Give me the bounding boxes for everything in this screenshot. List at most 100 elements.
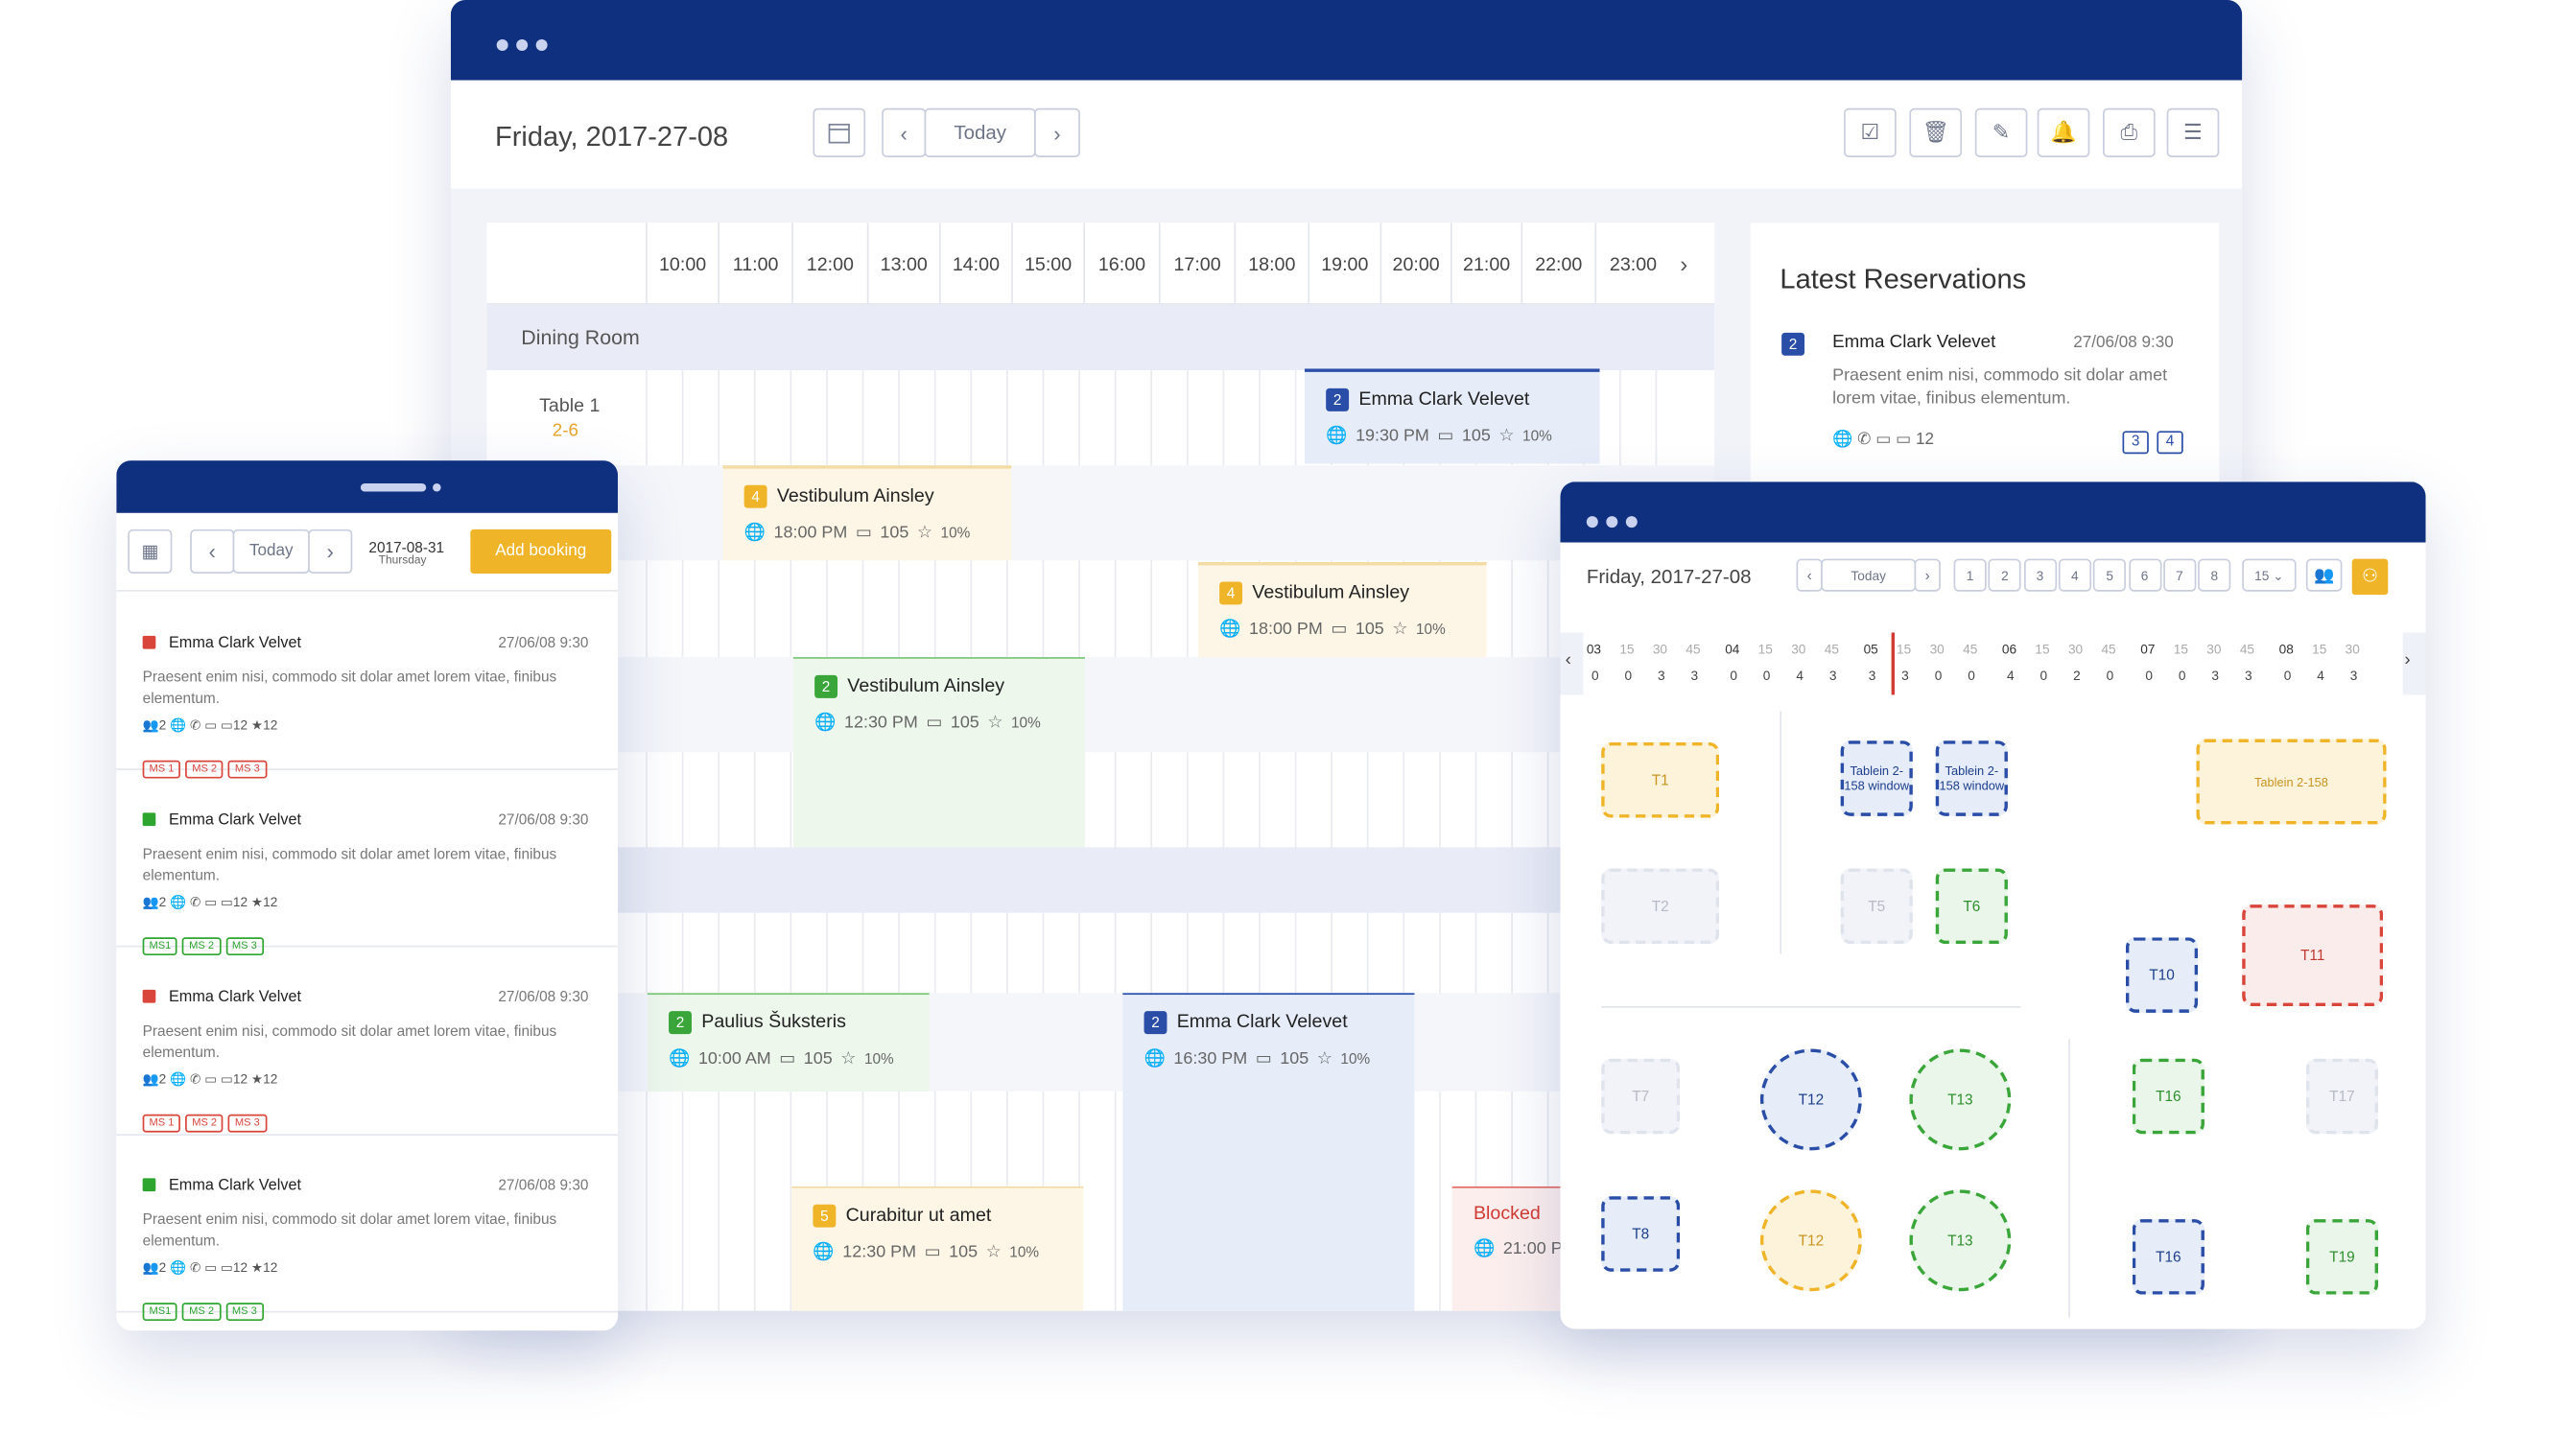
next-day-button[interactable]: ›: [1914, 558, 1941, 592]
print-button[interactable]: ⎙: [2103, 107, 2156, 158]
floor-table[interactable]: T17: [2305, 1058, 2379, 1135]
main-toolbar: Friday, 2017-27-08 ‹ Today › ☑ 🗑 ✎ 🔔 ⎙ ☰: [450, 80, 2243, 189]
bell-button[interactable]: 🔔: [2037, 107, 2090, 158]
reservation-card[interactable]: 2 Emma Clark Velevet 🌐 16:30 PM ▭ 105 ☆ 10%: [1122, 993, 1415, 1311]
timeline-value: 4: [2317, 669, 2324, 684]
mobile-reservation-item[interactable]: Emma Clark Velvet 27/06/08 9:30 Praesent e…: [116, 1136, 619, 1322]
page-button[interactable]: 8: [2198, 558, 2231, 592]
prev-day-button[interactable]: ‹: [190, 528, 235, 574]
page-button[interactable]: 2: [1988, 558, 2022, 592]
reservation-card[interactable]: 5 Curabitur ut amet 🌐 12:30 PM ▭ 105 ☆ 10%: [791, 1186, 1084, 1311]
floor-table[interactable]: T7: [1601, 1058, 1681, 1135]
floor-table[interactable]: T5: [1840, 868, 1913, 945]
reservation-card[interactable]: 4 Vestibulum Ainsley 🌐 18:00 PM ▭ 105 ☆ 10%: [722, 465, 1012, 561]
guests-icon: 👥: [142, 894, 159, 910]
latest-count-badge: 2: [1781, 332, 1805, 356]
floor-table[interactable]: T13: [1909, 1048, 2012, 1151]
floor-table[interactable]: T16: [2132, 1058, 2205, 1135]
guests-button[interactable]: 👥: [2305, 558, 2343, 592]
floor-table[interactable]: T11: [2242, 904, 2384, 1007]
star-icon: ☆: [1498, 425, 1515, 445]
reservation-date: 27/06/08 9:30: [498, 988, 589, 1005]
floor-table[interactable]: T10: [2125, 937, 2199, 1013]
calendar-button[interactable]: ▦: [128, 528, 173, 574]
floor-table[interactable]: T8: [1601, 1196, 1681, 1272]
floor-table[interactable]: Tablein 2-158 window: [1840, 740, 1913, 816]
hour-header-cell: 16:00: [1083, 223, 1159, 305]
phone-icon: ✆: [189, 1259, 201, 1276]
page-button[interactable]: 5: [2093, 558, 2127, 592]
floor-table[interactable]: T13: [1909, 1189, 2012, 1292]
timeline-label: 15: [1757, 642, 1773, 658]
timeline-value: 0: [2039, 669, 2048, 684]
floor-table[interactable]: T19: [2305, 1219, 2379, 1295]
mobile-reservation-item[interactable]: Emma Clark Velvet 27/06/08 9:30 Praesent e…: [116, 948, 619, 1136]
floor-table[interactable]: T1: [1601, 741, 1720, 818]
mobile-reservation-item[interactable]: Emma Clark Velvet 27/06/08 9:30 Praesent e…: [116, 593, 619, 779]
timeline-value: 3: [2349, 669, 2358, 684]
floor-table[interactable]: T2: [1601, 868, 1720, 945]
check-button[interactable]: ☑: [1844, 107, 1897, 158]
reservation-card[interactable]: 2 Emma Clark Velevet 🌐 19:30 PM ▭ 105 ☆ 10%: [1304, 368, 1600, 464]
timeline-value: 0: [1730, 669, 1737, 684]
reservation-date: 27/06/08 9:30: [498, 810, 589, 828]
mobile-reservation-item[interactable]: Emma Clark Velvet 27/06/08 9:30 Praesent e…: [116, 770, 619, 956]
reservation-card[interactable]: 4 Vestibulum Ainsley 🌐 18:00 PM ▭ 105 ☆ 10%: [1197, 562, 1487, 658]
reservation-card[interactable]: 2 Paulius Šuksteris 🌐 10:00 AM ▭ 105 ☆ 10%: [647, 993, 930, 1092]
timeline-next-button[interactable]: ›: [2404, 650, 2410, 670]
waiter-button[interactable]: ⚇: [2351, 558, 2389, 596]
room-name: Dining Room: [521, 325, 640, 349]
calendar-button[interactable]: [813, 107, 866, 158]
globe-icon: 🌐: [1326, 426, 1348, 446]
hour-header-cell: 11:00: [718, 223, 791, 305]
page-button[interactable]: 4: [2058, 558, 2091, 592]
globe-icon: 🌐: [170, 1259, 187, 1276]
hour-header-cell: 20:00: [1379, 223, 1450, 305]
reservation-card[interactable]: 2 Vestibulum Ainsley 🌐 12:30 PM ▭ 105 ☆ 10%: [792, 657, 1086, 848]
floor-titlebar: [1560, 481, 2426, 543]
add-booking-button[interactable]: Add booking: [470, 528, 612, 574]
latest-date: 27/06/08 9:30: [2073, 334, 2174, 353]
timeline-label: 45: [2101, 642, 2116, 658]
list-view-button[interactable]: ☰: [2166, 107, 2220, 158]
today-button[interactable]: Today: [924, 107, 1036, 158]
next-day-button[interactable]: ›: [308, 528, 353, 574]
per-page-select[interactable]: 15 ⌄: [2242, 558, 2297, 592]
table-1-capacity: 2-6: [552, 421, 578, 441]
phone-icon: ✆: [189, 717, 201, 733]
trash-button[interactable]: 🗑: [1909, 107, 1963, 158]
prev-day-button[interactable]: ‹: [1796, 558, 1823, 592]
floor-table[interactable]: T6: [1935, 868, 2008, 945]
floor-table[interactable]: Tablein 2-158: [2196, 739, 2387, 825]
chat-icon: ▭: [204, 1259, 218, 1276]
prev-day-button[interactable]: ‹: [882, 107, 927, 158]
floor-table[interactable]: Tablein 2-158 window: [1935, 740, 2008, 816]
timeline-value: 0: [2106, 669, 2114, 684]
globe-icon: 🌐: [170, 717, 187, 733]
page-button[interactable]: 6: [2128, 558, 2161, 592]
floor-divider: [1601, 1006, 2021, 1008]
phone-icon: ✆: [1857, 431, 1872, 450]
timeline-prev-button[interactable]: ‹: [1566, 650, 1571, 670]
floor-table[interactable]: T12: [1759, 1048, 1862, 1151]
timeline-value: 3: [1657, 669, 1665, 684]
page-button[interactable]: 3: [2023, 558, 2057, 592]
floor-table[interactable]: T12: [1759, 1189, 1862, 1292]
star-icon: ★: [250, 1071, 264, 1087]
guest-name: Emma Clark Velvet: [168, 1176, 301, 1195]
next-hours-button[interactable]: ›: [1680, 250, 1687, 276]
latest-guest-name[interactable]: Emma Clark Velevet: [1832, 333, 1995, 353]
reservation-text: Praesent enim nisi, commodo sit dolar am…: [142, 669, 557, 707]
page-button[interactable]: 7: [2162, 558, 2197, 592]
next-day-button[interactable]: ›: [1034, 107, 1080, 158]
mobile-toolbar: ▦ ‹ Today › 2017-08-31 Thursday Add book…: [116, 513, 619, 592]
edit-button[interactable]: ✎: [1974, 107, 2028, 158]
floor-table[interactable]: T16: [2132, 1219, 2205, 1295]
reservation-text: Praesent enim nisi, commodo sit dolar am…: [142, 1022, 557, 1061]
today-button[interactable]: Today: [232, 528, 310, 574]
today-button[interactable]: Today: [1821, 558, 1917, 592]
hour-header-cell: 18:00: [1234, 223, 1309, 305]
page-button[interactable]: 1: [1953, 558, 1987, 592]
globe-icon: 🌐: [669, 1048, 691, 1069]
status-dot: [142, 1178, 156, 1192]
